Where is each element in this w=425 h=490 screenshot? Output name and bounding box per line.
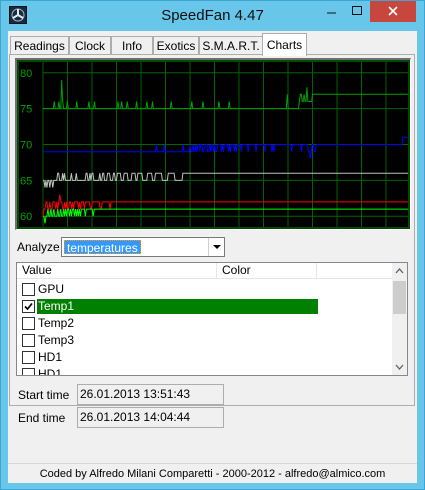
list-item-checkbox[interactable]	[22, 334, 35, 347]
close-button[interactable]	[370, 1, 416, 22]
scroll-down-button[interactable]	[392, 359, 407, 375]
chart-series-line	[42, 194, 408, 217]
list-item-checkbox[interactable]	[22, 317, 35, 330]
client-area: Readings Clock Info Exotics S.M.A.R.T. C…	[8, 31, 417, 483]
maximize-button[interactable]	[344, 1, 370, 22]
minimize-button[interactable]	[318, 1, 344, 22]
scroll-up-button[interactable]	[392, 263, 407, 279]
tab-charts[interactable]: Charts	[262, 33, 307, 56]
chart-series-line	[43, 79, 408, 110]
analyze-dropdown-value: temperatures	[64, 240, 141, 255]
tab-info[interactable]: Info	[111, 36, 153, 55]
y-tick-label: 65	[20, 175, 32, 187]
chart-canvas: 80 75 70 65 60	[17, 60, 410, 229]
scrollbar-thumb[interactable]	[393, 281, 406, 314]
chevron-up-icon	[395, 268, 404, 274]
app-window: SpeedFan 4.47 Readings Clock Info Exotic…	[0, 0, 425, 490]
tab-readings[interactable]: Readings	[10, 36, 69, 55]
chevron-down-icon	[213, 245, 221, 249]
tab-strip: Readings Clock Info Exotics S.M.A.R.T. C…	[8, 33, 417, 56]
status-bar: Coded by Alfredo Milani Comparetti - 200…	[8, 463, 417, 483]
chevron-down-icon	[395, 364, 404, 370]
list-item-checkbox[interactable]	[22, 368, 35, 375]
list-item-label: HD1	[38, 367, 63, 376]
title-bar[interactable]: SpeedFan 4.47	[1, 1, 424, 31]
list-item-label: Temp2	[38, 316, 75, 330]
list-item-checkbox[interactable]	[22, 351, 35, 364]
column-header-value[interactable]: Value	[17, 263, 217, 279]
start-time-field: 26.01.2013 13:51:43	[77, 384, 224, 405]
list-item[interactable]: GPU	[17, 281, 394, 298]
y-tick-label: 60	[20, 211, 32, 223]
list-item[interactable]: Temp1	[17, 298, 394, 315]
list-item[interactable]: Temp3	[17, 332, 394, 349]
list-item[interactable]: Temp2	[17, 315, 394, 332]
y-tick-label: 75	[20, 104, 32, 116]
analyze-dropdown[interactable]: temperatures	[61, 237, 225, 257]
tab-exotics[interactable]: Exotics	[153, 36, 199, 55]
list-item-checkbox[interactable]	[22, 300, 35, 313]
analyze-label: Analyze	[17, 240, 60, 254]
y-tick-label: 70	[20, 140, 32, 152]
list-item-label: Temp3	[38, 333, 75, 347]
chart-series-line	[43, 136, 408, 159]
list-item-label: Temp1	[37, 299, 318, 314]
start-time-label: Start time	[18, 388, 70, 402]
list-item[interactable]: HD1	[17, 366, 394, 376]
tab-clock[interactable]: Clock	[69, 36, 111, 55]
dropdown-arrow-button[interactable]	[208, 238, 224, 256]
column-header-color[interactable]: Color	[217, 263, 317, 279]
temperature-chart: 80 75 70 65 60	[15, 58, 411, 230]
tab-smart[interactable]: S.M.A.R.T.	[199, 36, 263, 55]
list-item[interactable]: HD1	[17, 349, 394, 366]
list-item-label: GPU	[38, 282, 65, 296]
list-scrollbar[interactable]	[392, 263, 407, 375]
list-item-checkbox[interactable]	[22, 283, 35, 296]
checkmark-icon	[24, 302, 33, 311]
end-time-field: 26.01.2013 14:04:44	[77, 407, 224, 428]
sensor-list[interactable]: Value Color GPU Temp1 Temp2 Temp3 HD1 HD1	[16, 262, 408, 376]
end-time-label: End time	[18, 411, 66, 425]
list-item-label: HD1	[38, 350, 63, 364]
y-tick-label: 80	[20, 68, 32, 80]
list-header: Value Color	[17, 263, 394, 279]
